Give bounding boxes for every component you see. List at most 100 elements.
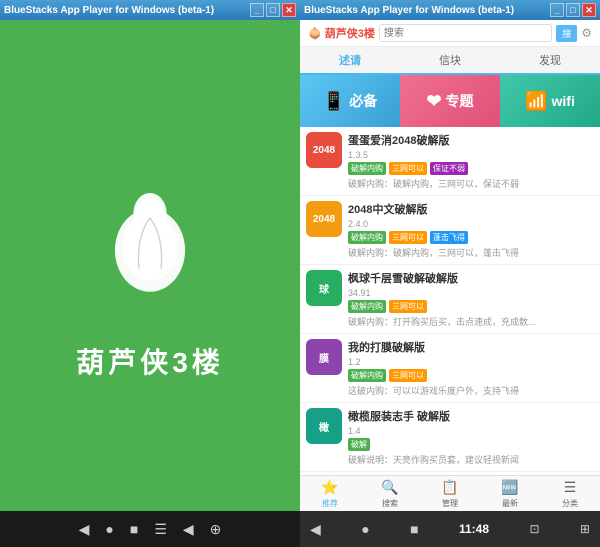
time-display: 11:48: [459, 522, 489, 536]
app-list-item[interactable]: 球枫球千层雪破解破解版 34.91 破解内购三网可以破解内购：打开购买后买，击点速成…: [300, 265, 600, 334]
add-icon[interactable]: ⊕: [210, 521, 222, 538]
share-icon[interactable]: ⊡: [529, 522, 539, 536]
app-list-item[interactable]: 20482048中文破解版2.4.0破解内购三网可以蓬击飞得破解内购：破解内购，…: [300, 196, 600, 265]
app-desc: 这破内购：可以以游戏乐度户外，支持飞得: [348, 384, 594, 397]
left-window-title: BlueStacks App Player for Windows (beta-…: [4, 5, 250, 16]
android-recents-icon[interactable]: ■: [410, 521, 418, 537]
category-wifi[interactable]: 📶 wifi: [500, 75, 600, 127]
search-button[interactable]: 搜: [556, 25, 577, 42]
最新-nav-label: 最新: [502, 498, 518, 509]
tab-block[interactable]: 信块: [400, 47, 500, 75]
store-logo: 🧅 葫芦侠3楼: [308, 25, 375, 41]
app-info: 枫球千层雪破解破解版 34.91 破解内购三网可以破解内购：打开购买后买，击点速成，…: [348, 270, 594, 328]
category-featured-label: 专题: [446, 91, 474, 111]
app-icon: 球: [306, 270, 342, 306]
app-tag: 三网可以: [389, 231, 427, 244]
close-btn-left[interactable]: ✕: [282, 3, 296, 17]
right-taskbar: ◀ ● ■ 11:48 ⊡ ⊞: [300, 511, 600, 547]
right-panel: 🧅 葫芦侠3楼 搜 ⚙ 述请 信块 发现 📱 必备 ❤ 专题 📶: [300, 20, 600, 511]
搜索-nav-icon: 🔍: [381, 479, 398, 496]
settings-icon[interactable]: ⚙: [581, 26, 592, 40]
maximize-btn-left[interactable]: □: [266, 3, 280, 17]
garlic-svg: [90, 181, 210, 301]
分类-nav-icon: ☰: [564, 479, 577, 496]
phone-icon: 📱: [323, 91, 345, 112]
app-version: 2.4.0: [348, 219, 594, 229]
nav-item-搜索[interactable]: 🔍 搜索: [360, 476, 420, 511]
home-icon[interactable]: ●: [105, 521, 113, 537]
app-list-item[interactable]: 2048蛋蛋爱消2048破解版1.3.5破解内购三网可以保证不弱破解内购：破解内…: [300, 127, 600, 196]
app-tag: 破解内购: [348, 300, 386, 313]
category-featured[interactable]: ❤ 专题: [400, 75, 500, 127]
category-wifi-label: wifi: [552, 93, 575, 109]
menu-icon[interactable]: ☰: [154, 521, 167, 538]
heart-icon: ❤: [426, 91, 441, 112]
app-tag: 三网可以: [389, 369, 427, 382]
app-tag: 三网可以: [389, 162, 427, 175]
app-name: 2048中文破解版: [348, 201, 594, 217]
app-list: 2048蛋蛋爱消2048破解版1.3.5破解内购三网可以保证不弱破解内购：破解内…: [300, 127, 600, 475]
app-desc: 破解内购：破解内购，三网可以，蓬击飞得: [348, 246, 594, 259]
app-info: 蛋蛋爱消2048破解版1.3.5破解内购三网可以保证不弱破解内购：破解内购，三网…: [348, 132, 594, 190]
app-name: 枫球千层雪破解破解版: [348, 270, 594, 286]
app-version: 34.91: [348, 288, 594, 298]
app-icon: 膜: [306, 339, 342, 375]
left-title-bar: BlueStacks App Player for Windows (beta-…: [0, 0, 300, 20]
right-title-bar: BlueStacks App Player for Windows (beta-…: [300, 0, 600, 20]
app-desc: 破解内购：打开购买后买，击点速成，充成数...: [348, 315, 594, 328]
管理-nav-icon: 📋: [441, 479, 458, 496]
搜索-nav-label: 搜索: [382, 498, 398, 509]
back-icon[interactable]: ◀: [79, 521, 90, 538]
app-version: 1.4: [348, 426, 594, 436]
app-name: 橄榄服装志手 破解版: [348, 408, 594, 424]
minimize-btn-right[interactable]: _: [550, 3, 564, 17]
left-panel: 葫芦侠3楼: [0, 20, 300, 511]
store-name: 葫芦侠3楼: [325, 28, 375, 40]
app-desc: 破解说明：天亮作购买员套，建议轻视新闻: [348, 453, 594, 466]
category-banners: 📱 必备 ❤ 专题 📶 wifi: [300, 75, 600, 127]
app-tags: 破解内购三网可以: [348, 369, 594, 382]
app-list-item[interactable]: 膜我的打膜破解版 1.2 破解内购三网可以这破内购：可以以游戏乐度户外，支持飞得: [300, 334, 600, 403]
garlic-mascot: [80, 151, 220, 331]
app-tag: 破解: [348, 438, 370, 451]
app-name: 我的打膜破解版: [348, 339, 594, 355]
nav-item-分类[interactable]: ☰ 分类: [540, 476, 600, 511]
app-tag: 破解内购: [348, 162, 386, 175]
app-desc: 破解内购：破解内购，三网可以，保证不弱: [348, 177, 594, 190]
maximize-btn-right[interactable]: □: [566, 3, 580, 17]
left-taskbar: ◀ ● ■ ☰ ◀ ⊕: [0, 511, 300, 547]
nav-item-推荐[interactable]: ⭐ 推荐: [300, 476, 360, 511]
minimize-btn-left[interactable]: _: [250, 3, 264, 17]
app-version: 1.3.5: [348, 150, 594, 160]
app-name: 蛋蛋爱消2048破解版: [348, 132, 594, 148]
right-window-title: BlueStacks App Player for Windows (beta-…: [304, 5, 550, 16]
app-info: 橄榄服装志手 破解版 1.4 破解破解说明：天亮作购买员套，建议轻视新闻: [348, 408, 594, 466]
app-name-text: 葫芦侠3楼: [76, 341, 224, 381]
推荐-nav-label: 推荐: [322, 498, 338, 509]
分类-nav-label: 分类: [562, 498, 578, 509]
close-btn-right[interactable]: ✕: [582, 3, 596, 17]
tab-discover[interactable]: 发现: [500, 47, 600, 75]
app-info: 2048中文破解版2.4.0破解内购三网可以蓬击飞得破解内购：破解内购，三网可以…: [348, 201, 594, 259]
nav-item-管理[interactable]: 📋管理: [420, 476, 480, 511]
category-essential[interactable]: 📱 必备: [300, 75, 400, 127]
app-tag: 三网可以: [389, 300, 427, 313]
recents-icon[interactable]: ■: [130, 521, 138, 537]
tab-recommend[interactable]: 述请: [300, 47, 400, 75]
app-tag: 蓬击飞得: [430, 231, 468, 244]
fullscreen-icon[interactable]: ⊞: [580, 522, 590, 536]
wifi-icon: 📶: [525, 91, 547, 112]
taskbar: ◀ ● ■ ☰ ◀ ⊕ ◀ ● ■ 11:48 ⊡ ⊞: [0, 511, 600, 547]
store-logo-icon: 🧅: [308, 28, 322, 40]
推荐-nav-icon: ⭐: [321, 479, 338, 496]
app-tags: 破解: [348, 438, 594, 451]
search-input[interactable]: [379, 24, 552, 42]
app-info: 我的打膜破解版 1.2 破解内购三网可以这破内购：可以以游戏乐度户外，支持飞得: [348, 339, 594, 397]
app-icon: 2048: [306, 201, 342, 237]
app-version: 1.2: [348, 357, 594, 367]
nav-item-最新[interactable]: 🆕最新: [480, 476, 540, 511]
volume-icon[interactable]: ◀: [183, 521, 194, 538]
app-list-item[interactable]: 橄橄榄服装志手 破解版1.4破解破解说明：天亮作购买员套，建议轻视新闻: [300, 403, 600, 472]
android-back-icon[interactable]: ◀: [310, 521, 321, 538]
android-home-icon[interactable]: ●: [361, 521, 369, 537]
